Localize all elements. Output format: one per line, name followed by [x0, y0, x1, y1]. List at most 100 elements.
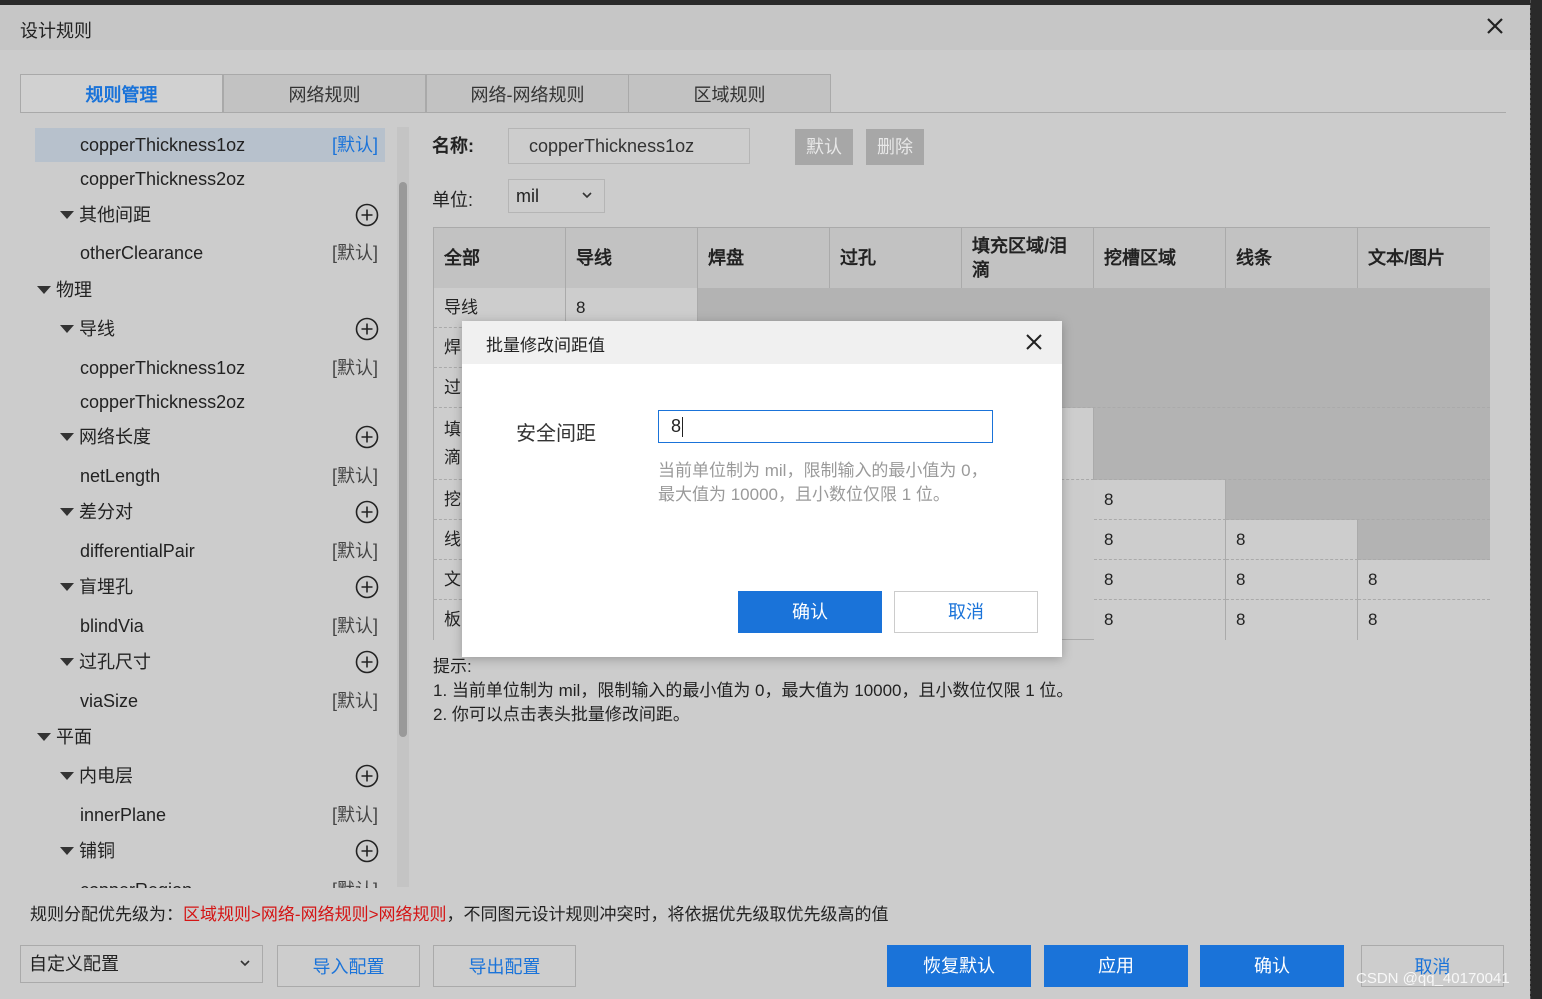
tab-rule-management[interactable]: 规则管理 — [20, 74, 223, 113]
tree-group-label: 其他间距 — [79, 205, 151, 225]
add-circle-icon[interactable] — [355, 839, 379, 863]
caret-down-icon[interactable] — [60, 658, 74, 666]
tree-group[interactable]: 差分对 — [35, 495, 385, 529]
restore-default-button[interactable]: 恢复默认 — [887, 945, 1031, 987]
tree-item[interactable]: viaSize [默认] — [35, 684, 385, 718]
tree-item-label: copperThickness2oz — [80, 392, 246, 412]
table-cell[interactable]: 8 — [1094, 520, 1226, 560]
unit-value: mil — [516, 186, 539, 206]
tree-item[interactable]: innerPlane [默认] — [35, 798, 385, 832]
table-header[interactable]: 过孔 — [830, 228, 962, 288]
caret-down-icon[interactable] — [60, 583, 74, 591]
add-circle-icon[interactable] — [355, 203, 379, 227]
tab-region-rules[interactable]: 区域规则 — [628, 74, 831, 113]
tree-group[interactable]: 盲埋孔 — [35, 570, 385, 604]
dialog-confirm-button[interactable]: 确认 — [738, 591, 882, 633]
hint-line: 2. 你可以点击表头批量修改间距。 — [433, 705, 690, 724]
name-label: 名称: — [432, 136, 474, 156]
tree-group[interactable]: 过孔尺寸 — [35, 645, 385, 679]
tree-item-label: differentialPair — [80, 541, 195, 561]
tab-net-rules[interactable]: 网络规则 — [223, 74, 426, 113]
priority-prefix: 规则分配优先级为： — [30, 905, 183, 924]
clearance-label: 安全间距 — [516, 423, 596, 445]
caret-down-icon[interactable] — [37, 286, 51, 294]
delete-button[interactable]: 删除 — [866, 129, 924, 165]
tree-item[interactable]: copperThickness1oz [默认] — [35, 351, 385, 385]
table-cell[interactable]: 8 — [1226, 520, 1358, 560]
import-config-button[interactable]: 导入配置 — [277, 945, 420, 987]
tree-item[interactable]: copperThickness2oz — [35, 162, 385, 196]
tree-item[interactable]: blindVia [默认] — [35, 609, 385, 643]
config-select-value: 自定义配置 — [29, 954, 119, 974]
config-select[interactable]: 自定义配置 — [20, 945, 263, 983]
apply-button[interactable]: 应用 — [1044, 945, 1188, 987]
tree-group[interactable]: 铺铜 — [35, 834, 385, 868]
table-header[interactable]: 填充区域/泪滴 — [962, 228, 1094, 288]
table-header[interactable]: 导线 — [566, 228, 698, 288]
caret-down-icon[interactable] — [60, 325, 74, 333]
tree-group-label: 盲埋孔 — [79, 577, 133, 597]
tree-item[interactable]: copperThickness2oz — [35, 385, 385, 419]
confirm-button[interactable]: 确认 — [1200, 945, 1344, 987]
dialog-header: 批量修改间距值 — [462, 321, 1062, 364]
caret-down-icon[interactable] — [60, 508, 74, 516]
tree-item[interactable]: otherClearance [默认] — [35, 236, 385, 270]
tree-item[interactable]: differentialPair [默认] — [35, 534, 385, 568]
caret-down-icon[interactable] — [60, 847, 74, 855]
default-tag: [默认] — [331, 243, 378, 263]
table-cell[interactable]: 8 — [1226, 600, 1358, 640]
tree-group-label: 导线 — [79, 319, 115, 339]
tree-group-label: 物理 — [56, 280, 92, 300]
table-cell[interactable]: 8 — [1094, 600, 1226, 640]
priority-suffix: ，不同图元设计规则冲突时，将依据优先级取优先级高的值 — [446, 905, 889, 924]
caret-down-icon[interactable] — [60, 433, 74, 441]
tab-net-to-net-rules[interactable]: 网络-网络规则 — [426, 74, 629, 113]
close-icon[interactable] — [1482, 13, 1508, 39]
tree-group[interactable]: 导线 — [35, 312, 385, 346]
clearance-input[interactable]: 8 — [658, 410, 993, 443]
unit-select[interactable]: mil — [508, 179, 605, 213]
table-cell[interactable]: 8 — [1358, 600, 1490, 640]
caret-down-icon[interactable] — [60, 772, 74, 780]
tree-group[interactable]: 平面 — [35, 720, 385, 754]
set-default-button[interactable]: 默认 — [795, 129, 853, 165]
table-header[interactable]: 挖槽区域 — [1094, 228, 1226, 288]
add-circle-icon[interactable] — [355, 500, 379, 524]
table-header[interactable]: 焊盘 — [698, 228, 830, 288]
caret-down-icon[interactable] — [60, 211, 74, 219]
tree-group[interactable]: 内电层 — [35, 759, 385, 793]
table-header[interactable]: 文本/图片 — [1358, 228, 1490, 288]
add-circle-icon[interactable] — [355, 317, 379, 341]
tree-group[interactable]: 物理 — [35, 273, 385, 307]
table-cell[interactable]: 8 — [1358, 560, 1490, 600]
close-icon[interactable] — [1024, 332, 1044, 352]
table-header[interactable]: 全部 — [434, 228, 566, 288]
table-cell[interactable]: 8 — [1226, 560, 1358, 600]
tree-group[interactable]: 其他间距 — [35, 198, 385, 232]
add-circle-icon[interactable] — [355, 650, 379, 674]
add-circle-icon[interactable] — [355, 425, 379, 449]
add-circle-icon[interactable] — [355, 764, 379, 788]
rule-name-input[interactable]: copperThickness1oz — [508, 128, 750, 164]
table-cell[interactable]: 8 — [1094, 480, 1226, 520]
caret-down-icon[interactable] — [37, 733, 51, 741]
table-cell[interactable]: 8 — [1094, 560, 1226, 600]
dialog-title: 批量修改间距值 — [486, 336, 605, 355]
tree-item[interactable]: copperRegion [默认] — [35, 873, 385, 888]
tree-group[interactable]: 网络长度 — [35, 420, 385, 454]
rule-tree: copperThickness1oz [默认] copperThickness2… — [35, 128, 390, 888]
dialog-cancel-button[interactable]: 取消 — [894, 591, 1038, 633]
export-config-button[interactable]: 导出配置 — [433, 945, 576, 987]
default-tag: [默认] — [332, 873, 378, 888]
watermark: CSDN @qq_40170041 — [1356, 970, 1510, 987]
tree-item[interactable]: netLength [默认] — [35, 459, 385, 493]
scrollbar-thumb[interactable] — [399, 182, 407, 737]
tree-scrollbar[interactable] — [397, 127, 409, 887]
tree-group-label: 内电层 — [79, 766, 133, 786]
add-circle-icon[interactable] — [355, 575, 379, 599]
tree-item[interactable]: copperThickness1oz [默认] — [35, 128, 385, 162]
priority-note: 规则分配优先级为：区域规则>网络-网络规则>网络规则，不同图元设计规则冲突时，将… — [30, 900, 889, 925]
table-header[interactable]: 线条 — [1226, 228, 1358, 288]
tab-divider — [20, 112, 1506, 113]
dialog-help-text: 当前单位制为 mil，限制输入的最小值为 0，最大值为 10000，且小数位仅限… — [658, 461, 988, 504]
